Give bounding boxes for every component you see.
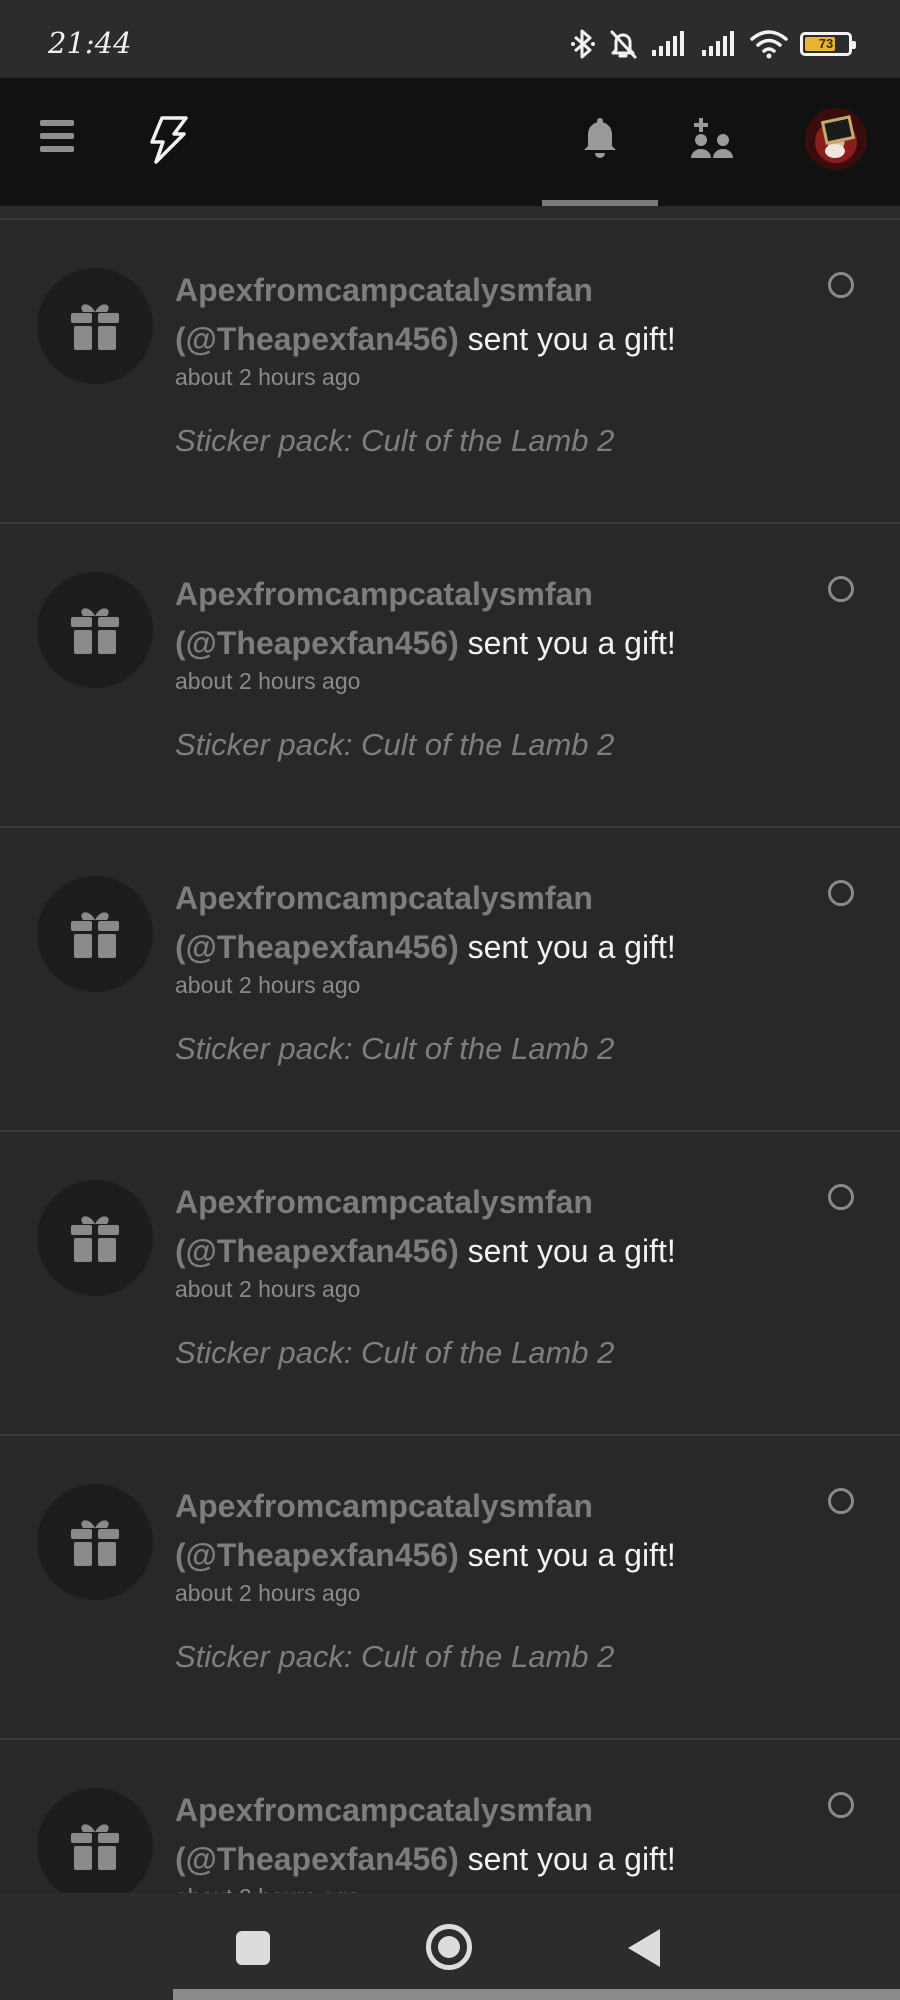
status-icons: 73 — [570, 28, 856, 60]
mark-read-toggle[interactable] — [828, 1792, 854, 1818]
notification-message: Apexfromcampcatalysmfan (@Theapexfan456)… — [175, 874, 735, 972]
gift-icon — [71, 608, 119, 654]
notification-time: about 2 hours ago — [175, 972, 361, 998]
status-time: 21:44 — [48, 26, 132, 60]
gift-item: Sticker pack: Cult of the Lamb 2 — [175, 423, 615, 458]
notification-message: Apexfromcampcatalysmfan (@Theapexfan456)… — [175, 1482, 735, 1580]
notification-time: about 2 hours ago — [175, 1276, 361, 1302]
notification-action: sent you a gift! — [458, 1233, 676, 1269]
notification-item[interactable]: Apexfromcampcatalysmfan (@Theapexfan456)… — [0, 1436, 900, 1740]
gift-icon — [71, 304, 119, 350]
gift-icon — [71, 1216, 119, 1262]
signal-icon — [652, 31, 684, 56]
notification-action: sent you a gift! — [458, 1537, 676, 1573]
notification-item[interactable]: Apexfromcampcatalysmfan (@Theapexfan456)… — [0, 1132, 900, 1436]
gift-item: Sticker pack: Cult of the Lamb 2 — [175, 727, 615, 762]
gift-item: Sticker pack: Cult of the Lamb 2 — [175, 1031, 615, 1066]
gift-icon-badge — [37, 1788, 153, 1904]
mark-read-toggle[interactable] — [828, 272, 854, 298]
gift-icon — [71, 1520, 119, 1566]
notification-time: about 2 hours ago — [175, 364, 361, 390]
gift-icon-badge — [37, 572, 153, 688]
app-bar — [0, 78, 900, 206]
bolt-logo-icon[interactable] — [146, 116, 188, 164]
home-icon[interactable] — [426, 1924, 472, 1970]
gift-icon-badge — [37, 1180, 153, 1296]
notification-message: Apexfromcampcatalysmfan (@Theapexfan456)… — [175, 266, 735, 364]
notification-time: about 2 hours ago — [175, 668, 361, 694]
recents-icon[interactable] — [236, 1931, 270, 1965]
scroll-indicator — [173, 1989, 900, 2000]
system-nav-bar — [0, 1893, 900, 2000]
notification-message: Apexfromcampcatalysmfan (@Theapexfan456)… — [175, 1178, 735, 1276]
gift-icon — [71, 912, 119, 958]
bell-icon — [584, 118, 616, 158]
mark-read-toggle[interactable] — [828, 1184, 854, 1210]
status-bar: 21:44 73 — [0, 0, 900, 78]
gift-icon-badge — [37, 1484, 153, 1600]
notification-message: Apexfromcampcatalysmfan (@Theapexfan456)… — [175, 570, 735, 668]
gift-item: Sticker pack: Cult of the Lamb 2 — [175, 1639, 615, 1674]
gift-icon-badge — [37, 876, 153, 992]
mark-read-toggle[interactable] — [828, 1488, 854, 1514]
gift-icon — [71, 1824, 119, 1870]
notification-action: sent you a gift! — [458, 321, 676, 357]
signal-icon — [702, 31, 734, 56]
wifi-icon — [750, 30, 788, 59]
bell-muted-icon — [610, 30, 637, 59]
mark-read-toggle[interactable] — [828, 576, 854, 602]
notification-time: about 2 hours ago — [175, 1580, 361, 1606]
bluetooth-icon — [571, 29, 595, 59]
notification-action: sent you a gift! — [458, 625, 676, 661]
tab-notifications[interactable] — [542, 78, 658, 206]
notification-item[interactable]: Apexfromcampcatalysmfan (@Theapexfan456)… — [0, 220, 900, 524]
add-friend-icon[interactable] — [690, 116, 736, 164]
back-icon[interactable] — [628, 1929, 660, 1967]
battery-level: 73 — [818, 36, 834, 51]
list-top-divider — [0, 206, 900, 220]
gift-icon-badge — [37, 268, 153, 384]
hamburger-icon[interactable] — [40, 120, 74, 152]
mark-read-toggle[interactable] — [828, 880, 854, 906]
notification-action: sent you a gift! — [458, 1841, 676, 1877]
gift-item: Sticker pack: Cult of the Lamb 2 — [175, 1335, 615, 1370]
battery-icon: 73 — [800, 32, 856, 56]
notification-action: sent you a gift! — [458, 929, 676, 965]
notification-item[interactable]: Apexfromcampcatalysmfan (@Theapexfan456)… — [0, 828, 900, 1132]
avatar[interactable] — [805, 108, 867, 170]
notification-item[interactable]: Apexfromcampcatalysmfan (@Theapexfan456)… — [0, 524, 900, 828]
notification-message: Apexfromcampcatalysmfan (@Theapexfan456)… — [175, 1786, 735, 1884]
notification-list: Apexfromcampcatalysmfan (@Theapexfan456)… — [0, 220, 900, 2000]
